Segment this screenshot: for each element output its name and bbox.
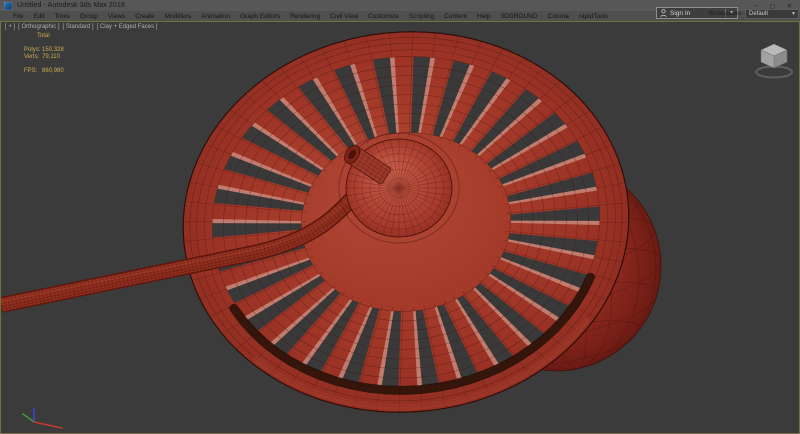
menu-item-civil-view[interactable]: Civil View bbox=[325, 13, 363, 20]
workspaces-value: Default bbox=[749, 11, 768, 17]
menu-item-modifiers[interactable]: Modifiers bbox=[160, 13, 196, 20]
viewport-canvas[interactable] bbox=[1, 22, 799, 433]
menu-item-rapidtools[interactable]: rapidTools bbox=[574, 13, 614, 20]
menu-item-views[interactable]: Views bbox=[103, 13, 130, 20]
menu-item-file[interactable]: File bbox=[8, 13, 28, 20]
chevron-down-icon: ▼ bbox=[791, 11, 796, 17]
menu-item-scripting[interactable]: Scripting bbox=[404, 13, 439, 20]
workspaces-control: Workspaces: Default ▼ bbox=[708, 9, 799, 19]
viewport-label-1[interactable]: [ Orthographic ] bbox=[18, 24, 59, 30]
menu-item-corona[interactable]: Corona bbox=[543, 13, 574, 20]
app-icon bbox=[4, 2, 12, 10]
menu-item-rendering[interactable]: Rendering bbox=[285, 13, 325, 20]
menu-item-3dground[interactable]: 3DGROUND bbox=[495, 13, 542, 20]
menu-item-graph-editors[interactable]: Graph Editors bbox=[235, 13, 285, 20]
stats-fps: FPS:860,980 bbox=[14, 62, 64, 80]
menu-item-customize[interactable]: Customize bbox=[363, 13, 404, 20]
viewport: [ + ][ Orthographic ] [ Standard ][ Clay … bbox=[0, 21, 800, 434]
menu-item-edit[interactable]: Edit bbox=[28, 13, 49, 20]
workspaces-dropdown[interactable]: Default ▼ bbox=[745, 9, 799, 19]
viewport-label-bar: [ + ][ Orthographic ] [ Standard ][ Clay … bbox=[5, 24, 160, 30]
menu-item-create[interactable]: Create bbox=[130, 13, 160, 20]
viewport-label-0[interactable]: [ + ] bbox=[5, 24, 15, 30]
menu-item-group[interactable]: Group bbox=[75, 13, 103, 20]
workspaces-label: Workspaces: bbox=[708, 11, 743, 17]
window-title: Untitled - Autodesk 3ds Max 2018 bbox=[17, 2, 125, 9]
viewport-label-2[interactable]: [ Standard ] bbox=[63, 24, 94, 30]
stats-total-label: Total bbox=[37, 33, 50, 39]
menu-item-help[interactable]: Help bbox=[472, 13, 495, 20]
user-icon bbox=[660, 9, 667, 17]
viewport-label-3[interactable]: [ Clay + Edged Faces ] bbox=[97, 24, 158, 30]
menu-item-tools[interactable]: Tools bbox=[50, 13, 75, 20]
menu-item-content[interactable]: Content bbox=[439, 13, 472, 20]
menu-item-animation[interactable]: Animation bbox=[196, 13, 235, 20]
